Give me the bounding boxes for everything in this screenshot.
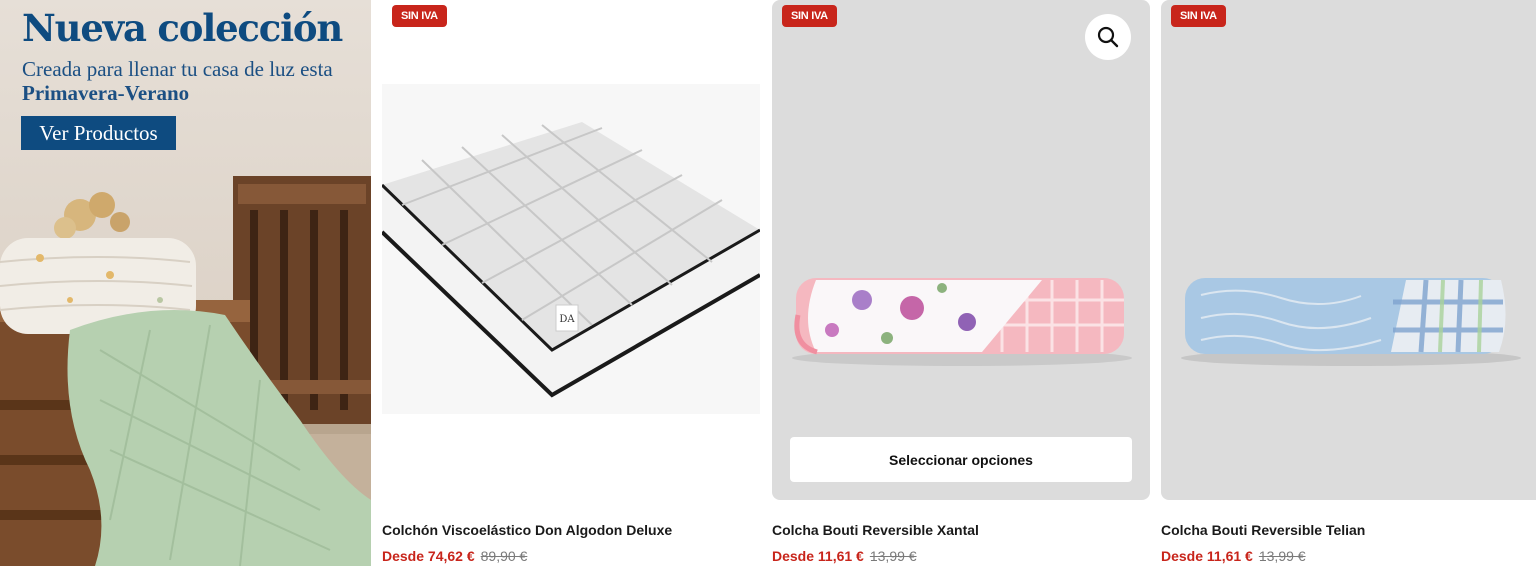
promo-subtitle-text: Creada para llenar tu casa de luz esta — [22, 57, 333, 81]
promo-subtitle-bold: Primavera-Verano — [22, 81, 190, 105]
old-price: 13,99 € — [1258, 548, 1306, 564]
price-row: Desde 74,62 € 89,90 € — [382, 548, 527, 564]
select-options-button[interactable]: Seleccionar opciones — [790, 437, 1132, 482]
product-name[interactable]: Colcha Bouti Reversible Xantal — [772, 522, 979, 538]
blue-quilt-image — [1181, 278, 1521, 366]
product-name[interactable]: Colcha Bouti Reversible Telian — [1161, 522, 1365, 538]
promo-title: Nueva colección — [22, 6, 343, 50]
current-price: Desde 74,62 € — [382, 548, 475, 564]
old-price: 89,90 € — [480, 548, 528, 564]
tax-free-badge: SIN IVA — [1171, 5, 1226, 27]
old-price: 13,99 € — [869, 548, 917, 564]
tax-free-badge: SIN IVA — [392, 5, 447, 27]
floral-quilt-image — [792, 278, 1132, 366]
svg-text:DA: DA — [559, 314, 575, 325]
promo-banner: Nueva colección Creada para llenar tu ca… — [0, 0, 371, 566]
product-image-area[interactable]: SIN IVA DA — [382, 0, 760, 500]
current-price: Desde 11,61 € — [1161, 548, 1253, 564]
product-image-area[interactable]: SIN IVA — [772, 0, 1150, 500]
mattress-image: DA — [382, 84, 760, 414]
price-row: Desde 11,61 € 13,99 € — [772, 548, 917, 564]
product-image-area[interactable]: SIN IVA — [1161, 0, 1536, 500]
current-price: Desde 11,61 € — [772, 548, 864, 564]
quick-view-button[interactable] — [1085, 14, 1131, 60]
promo-subtitle: Creada para llenar tu casa de luz esta P… — [22, 57, 367, 105]
price-row: Desde 11,61 € 13,99 € — [1161, 548, 1306, 564]
view-products-button[interactable]: Ver Productos — [21, 116, 176, 150]
search-icon — [1097, 26, 1119, 48]
tax-free-badge: SIN IVA — [782, 5, 837, 27]
product-name[interactable]: Colchón Viscoelástico Don Algodon Deluxe — [382, 522, 672, 538]
